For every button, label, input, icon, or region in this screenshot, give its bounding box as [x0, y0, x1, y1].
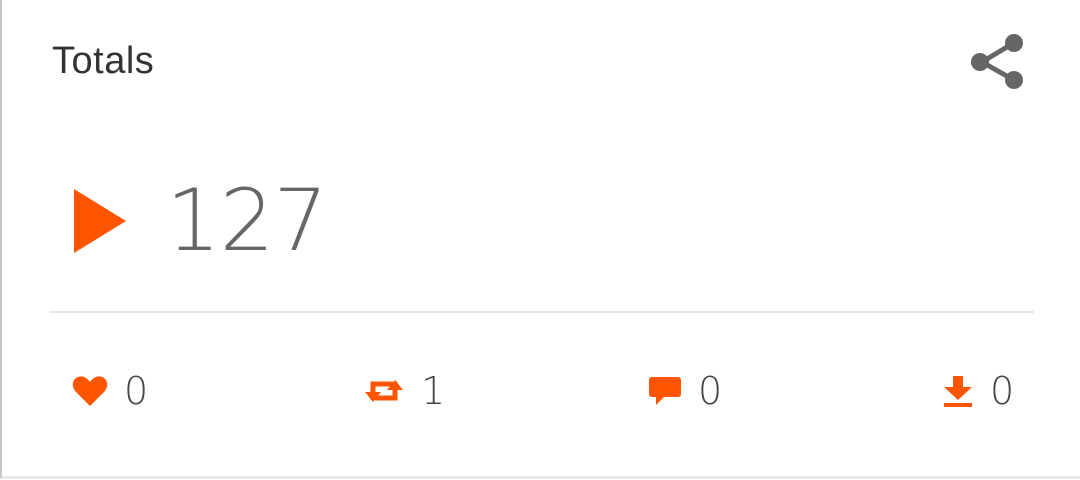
- downloads-count: 0: [990, 369, 1015, 413]
- heart-icon: [72, 375, 108, 407]
- repost-icon: [363, 376, 405, 406]
- totals-card: Totals 127 0 1 0 0: [0, 0, 1080, 479]
- comment-icon: [648, 375, 682, 407]
- reposts-count: 1: [421, 369, 446, 413]
- download-icon: [942, 374, 974, 408]
- share-button[interactable]: [966, 32, 1028, 92]
- comments-count: 0: [698, 369, 723, 413]
- play-icon: [72, 187, 128, 255]
- plays-total: 127: [72, 171, 328, 271]
- divider: [50, 311, 1034, 313]
- comments-stat: 0: [648, 366, 722, 416]
- likes-count: 0: [124, 369, 149, 413]
- card-title: Totals: [52, 40, 155, 82]
- plays-count: 127: [166, 171, 328, 271]
- likes-stat: 0: [72, 366, 148, 416]
- downloads-stat: 0: [942, 366, 1014, 416]
- reposts-stat: 1: [363, 366, 445, 416]
- share-icon: [966, 32, 1028, 92]
